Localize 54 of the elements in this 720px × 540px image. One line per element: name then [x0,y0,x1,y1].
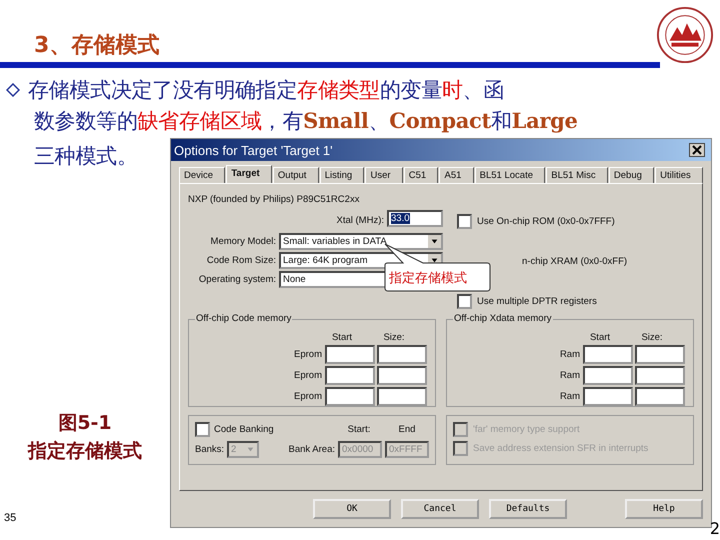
field-label: Ram [560,391,580,402]
checkbox-label: Use multiple DPTR registers [477,296,597,307]
dropdown[interactable]: Small: variables in DATA [279,233,443,250]
bullet-text: 三种模式。 [33,143,139,170]
field-label: Memory Model: [210,236,276,247]
tab[interactable]: Debug [608,167,654,183]
checkbox-label: Use On-chip ROM (0x0-0x7FFF) [477,216,615,227]
dialog-button[interactable]: OK [313,499,391,519]
tab[interactable]: Device [179,167,226,183]
field-label: Ram [560,349,580,360]
column-header: Size: [382,332,406,343]
checkbox-label: n-chip XRAM (0x0-0xFF) [522,256,628,267]
tab[interactable]: Listing [320,167,364,183]
column-header: Start: [346,424,372,435]
figure-caption: 图5-1 [58,411,112,436]
tab[interactable]: C51 [404,167,438,183]
column-header: Start [588,332,612,343]
tab[interactable]: A51 [439,167,474,183]
xtal-field[interactable]: 33.0 [387,210,443,227]
dialog-button[interactable]: Defaults [489,499,567,519]
slide-title: 3、存储模式 [34,32,160,60]
group-title: Off-chip Xdata memory [453,313,553,324]
device-name: NXP (founded by Philips) P89C51RC2xx [188,194,360,205]
field-label: Banks: [195,444,224,455]
tab[interactable]: Target [226,165,272,183]
checkbox-label: Save address extension SFR in interrupts [473,443,648,454]
page-number: 35 [4,512,16,524]
tab[interactable]: BL51 Misc [546,167,608,183]
field-label: Operating system: [198,274,276,285]
dialog-button[interactable]: Cancel [401,499,479,519]
bullet-text: 存储模式决定了没有明确指定存储类型的变量时、函 [28,76,504,104]
column-header: Size: [640,332,664,343]
callout-tooltip: 指定存储模式 [383,243,493,293]
window-title: Options for Target 'Target 1' [174,142,333,158]
field-label: Eprom [294,349,322,360]
field-label: Ram [560,370,580,381]
column-header: Start [330,332,354,343]
checkbox-label: 'far' memory type support [473,424,580,435]
group-title: Off-chip Code memory [195,313,292,324]
tab[interactable]: BL51 Locate [474,167,546,183]
bullet-text: 数参数等的缺省存储区域，有Small、Compact和Large [34,106,578,134]
field-label: Bank Area: [288,444,335,455]
figure-caption: 指定存储模式 [28,439,142,464]
tab[interactable]: User [365,167,403,183]
help-button[interactable]: Help [625,499,703,519]
checkbox-label: Code Banking [214,424,275,435]
field-label: Eprom [294,391,322,402]
field-label: Code Rom Size: [206,255,276,266]
column-header: End [398,424,416,435]
field-label: Xtal (MHz): [336,215,384,226]
tab[interactable]: Utilities [655,167,704,183]
tab[interactable]: Output [272,167,319,183]
field-label: Eprom [294,370,322,381]
page-number: 2 [710,519,720,538]
